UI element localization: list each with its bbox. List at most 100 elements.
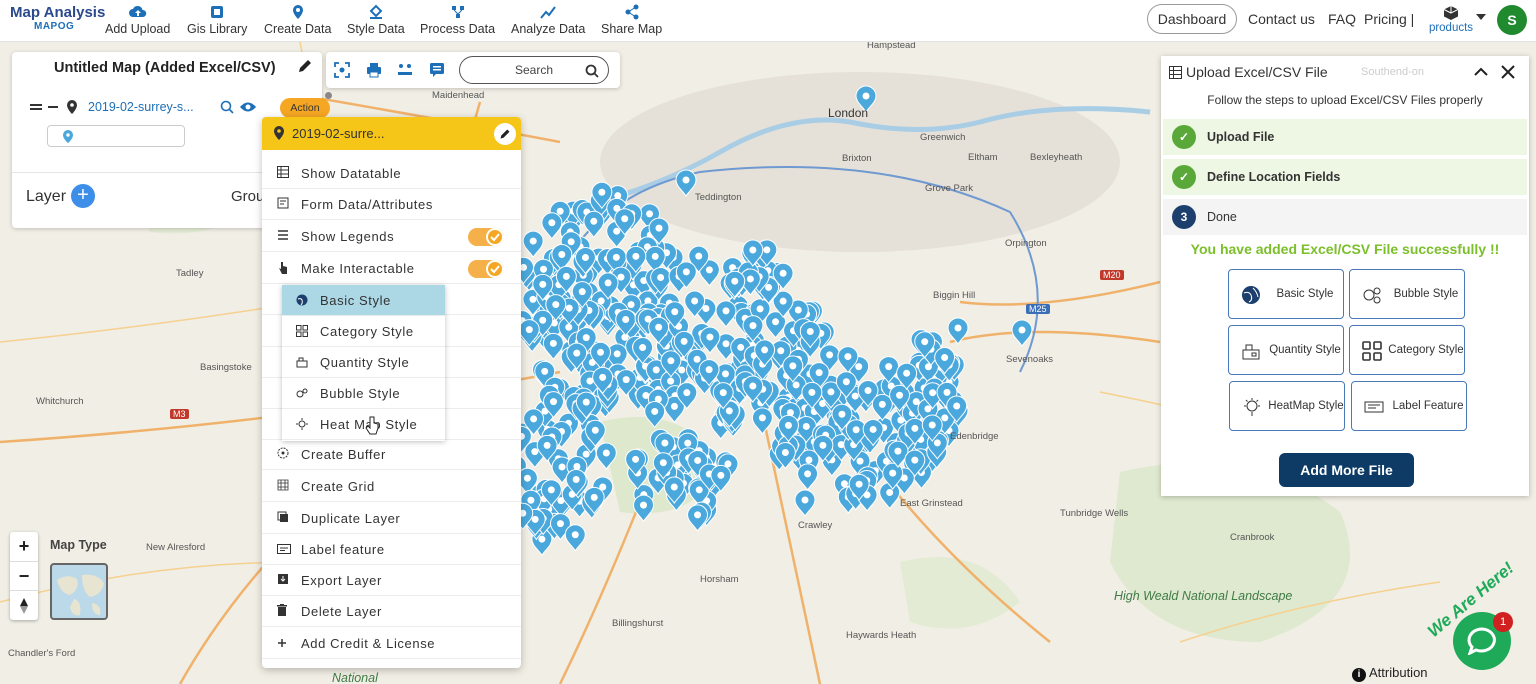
data-point-pin[interactable]	[541, 212, 563, 240]
zoom-out-button[interactable]: −	[10, 561, 38, 590]
submenu-heat-map-style[interactable]: Heat Map Style	[282, 409, 445, 440]
submenu-category-style[interactable]: Category Style	[282, 316, 445, 347]
map-label-hampstead: Hampstead	[867, 42, 916, 51]
menu-item-make-interactable[interactable]: Make Interactable	[262, 253, 521, 284]
data-point-pin[interactable]	[1011, 319, 1033, 347]
menu-item-create-buffer[interactable]: Create Buffer	[262, 439, 521, 470]
heatmap-style-button[interactable]: HeatMap Style	[1229, 381, 1345, 431]
contact-link[interactable]: Contact us	[1248, 11, 1315, 27]
data-point-pin[interactable]	[751, 407, 773, 435]
menu-item-create-grid[interactable]: Create Grid	[262, 471, 521, 502]
data-point-pin[interactable]	[794, 489, 816, 517]
products-menu[interactable]: products	[1426, 5, 1476, 34]
menu-item-duplicate-layer[interactable]: Duplicate Layer	[262, 503, 521, 534]
nav-share-map[interactable]: Share Map	[601, 4, 662, 36]
action-menu-header: 2019-02-surre...	[262, 117, 521, 150]
submenu-bubble-style[interactable]: Bubble Style	[282, 378, 445, 409]
faq-link[interactable]: FAQ	[1328, 11, 1356, 27]
data-point-pin[interactable]	[564, 524, 586, 552]
menu-item-form-data-attributes[interactable]: Form Data/Attributes	[262, 189, 521, 220]
data-point-pin[interactable]	[879, 482, 901, 510]
paint-bucket-icon	[369, 4, 383, 19]
attribution-link[interactable]: i Attribution	[1352, 665, 1428, 682]
reset-north-button[interactable]	[10, 590, 38, 619]
action-button[interactable]: Action	[280, 98, 330, 118]
zoom-to-layer-icon[interactable]	[220, 100, 234, 114]
map-label-teddington: Teddington	[695, 192, 742, 203]
pricing-link[interactable]: Pricing |	[1364, 11, 1414, 27]
eye-icon[interactable]	[239, 101, 257, 113]
chevron-up-icon[interactable]	[1473, 64, 1489, 80]
toggle-switch[interactable]	[468, 228, 504, 246]
label-feature-button[interactable]: Label Feature	[1351, 381, 1467, 431]
menu-item-label-feature[interactable]: Label feature	[262, 534, 521, 565]
map-label-bexleyheath: Bexleyheath	[1030, 152, 1083, 163]
top-navbar: Map Analysis MAPOG Add Upload Gis Librar…	[0, 0, 1536, 42]
nav-label: Process Data	[420, 22, 496, 36]
quantity-style-button[interactable]: Quantity Style	[1228, 325, 1344, 375]
map-label-tadley: Tadley	[176, 268, 204, 279]
layer-name[interactable]: 2019-02-surrey-s...	[88, 100, 194, 114]
data-point-pin[interactable]	[715, 300, 737, 328]
zoom-in-button[interactable]: +	[10, 532, 38, 561]
layer-row[interactable]: 2019-02-surrey-s... Action	[30, 92, 332, 118]
add-layer-button[interactable]: +	[71, 184, 95, 208]
data-point-pin[interactable]	[675, 169, 697, 197]
data-point-pin[interactable]	[871, 393, 893, 422]
bubble-style-button[interactable]: Bubble Style	[1349, 269, 1465, 319]
location-icon	[63, 130, 73, 143]
data-point-pin[interactable]	[595, 442, 617, 470]
avatar[interactable]: S	[1497, 5, 1527, 35]
toggle-switch[interactable]	[468, 260, 504, 278]
buffer-icon	[277, 447, 291, 461]
data-point-pin[interactable]	[797, 463, 819, 491]
map-label-eltham: Eltham	[968, 152, 998, 163]
measure-icon[interactable]	[397, 62, 413, 78]
submenu-quantity-style[interactable]: Quantity Style	[282, 347, 445, 378]
map-label-whitchurch: Whitchurch	[36, 396, 84, 407]
drag-handle-icon[interactable]	[30, 102, 42, 112]
menu-item-add-credit-license[interactable]: Add Credit & License	[262, 628, 521, 659]
menu-item-show-legends[interactable]: Show Legends	[262, 221, 521, 252]
menu-item-export-layer[interactable]: Export Layer	[262, 565, 521, 596]
print-icon[interactable]	[366, 62, 382, 78]
quantity-icon	[1242, 344, 1260, 360]
collapse-icon[interactable]	[48, 106, 58, 108]
chevron-down-icon[interactable]	[1476, 14, 1486, 20]
nav-gis-library[interactable]: Gis Library	[187, 4, 247, 36]
nav-analyze-data[interactable]: Analyze Data	[511, 4, 585, 36]
nav-add-upload[interactable]: Add Upload	[105, 4, 170, 36]
data-point-pin[interactable]	[522, 230, 544, 258]
data-point-pin[interactable]	[633, 494, 655, 523]
nav-process-data[interactable]: Process Data	[420, 4, 495, 36]
menu-item-delete-layer[interactable]: Delete Layer	[262, 596, 521, 627]
submenu-basic-style[interactable]: Basic Style	[282, 285, 445, 316]
layer-search-input[interactable]	[47, 125, 185, 147]
style-submenu: Basic Style Category Style Quantity Style B…	[282, 285, 445, 441]
data-point-pin[interactable]	[687, 504, 709, 532]
basic-style-button[interactable]: Basic Style	[1228, 269, 1344, 319]
add-more-file-button[interactable]: Add More File	[1279, 453, 1414, 487]
data-point-pin[interactable]	[947, 317, 969, 345]
close-icon[interactable]	[1499, 63, 1517, 81]
menu-item-show-datatable[interactable]: Show Datatable	[262, 158, 521, 189]
nav-create-data[interactable]: Create Data	[264, 4, 331, 36]
rename-layer-button[interactable]	[494, 123, 516, 145]
trash-icon	[277, 604, 291, 618]
nav-style-data[interactable]: Style Data	[347, 4, 405, 36]
data-point-pin[interactable]	[583, 210, 605, 239]
pencil-icon[interactable]	[297, 58, 313, 74]
comment-icon[interactable]	[429, 62, 445, 78]
logo[interactable]: Map Analysis MAPOG	[10, 4, 105, 32]
search-input[interactable]: Search	[459, 56, 609, 84]
map-type-switcher[interactable]	[50, 563, 108, 620]
dashboard-button[interactable]: Dashboard	[1147, 4, 1237, 34]
category-style-button[interactable]: Category Style	[1349, 325, 1465, 375]
data-point-pin[interactable]	[644, 400, 666, 429]
fullscreen-icon[interactable]	[334, 62, 350, 78]
map-toolbar: Search	[326, 52, 620, 88]
map-label-haywards-heath: Haywards Heath	[846, 630, 917, 641]
map-label-new-alresford: New Alresford	[146, 542, 206, 553]
data-point-pin[interactable]	[542, 332, 564, 361]
layer-status-dot	[325, 92, 332, 99]
